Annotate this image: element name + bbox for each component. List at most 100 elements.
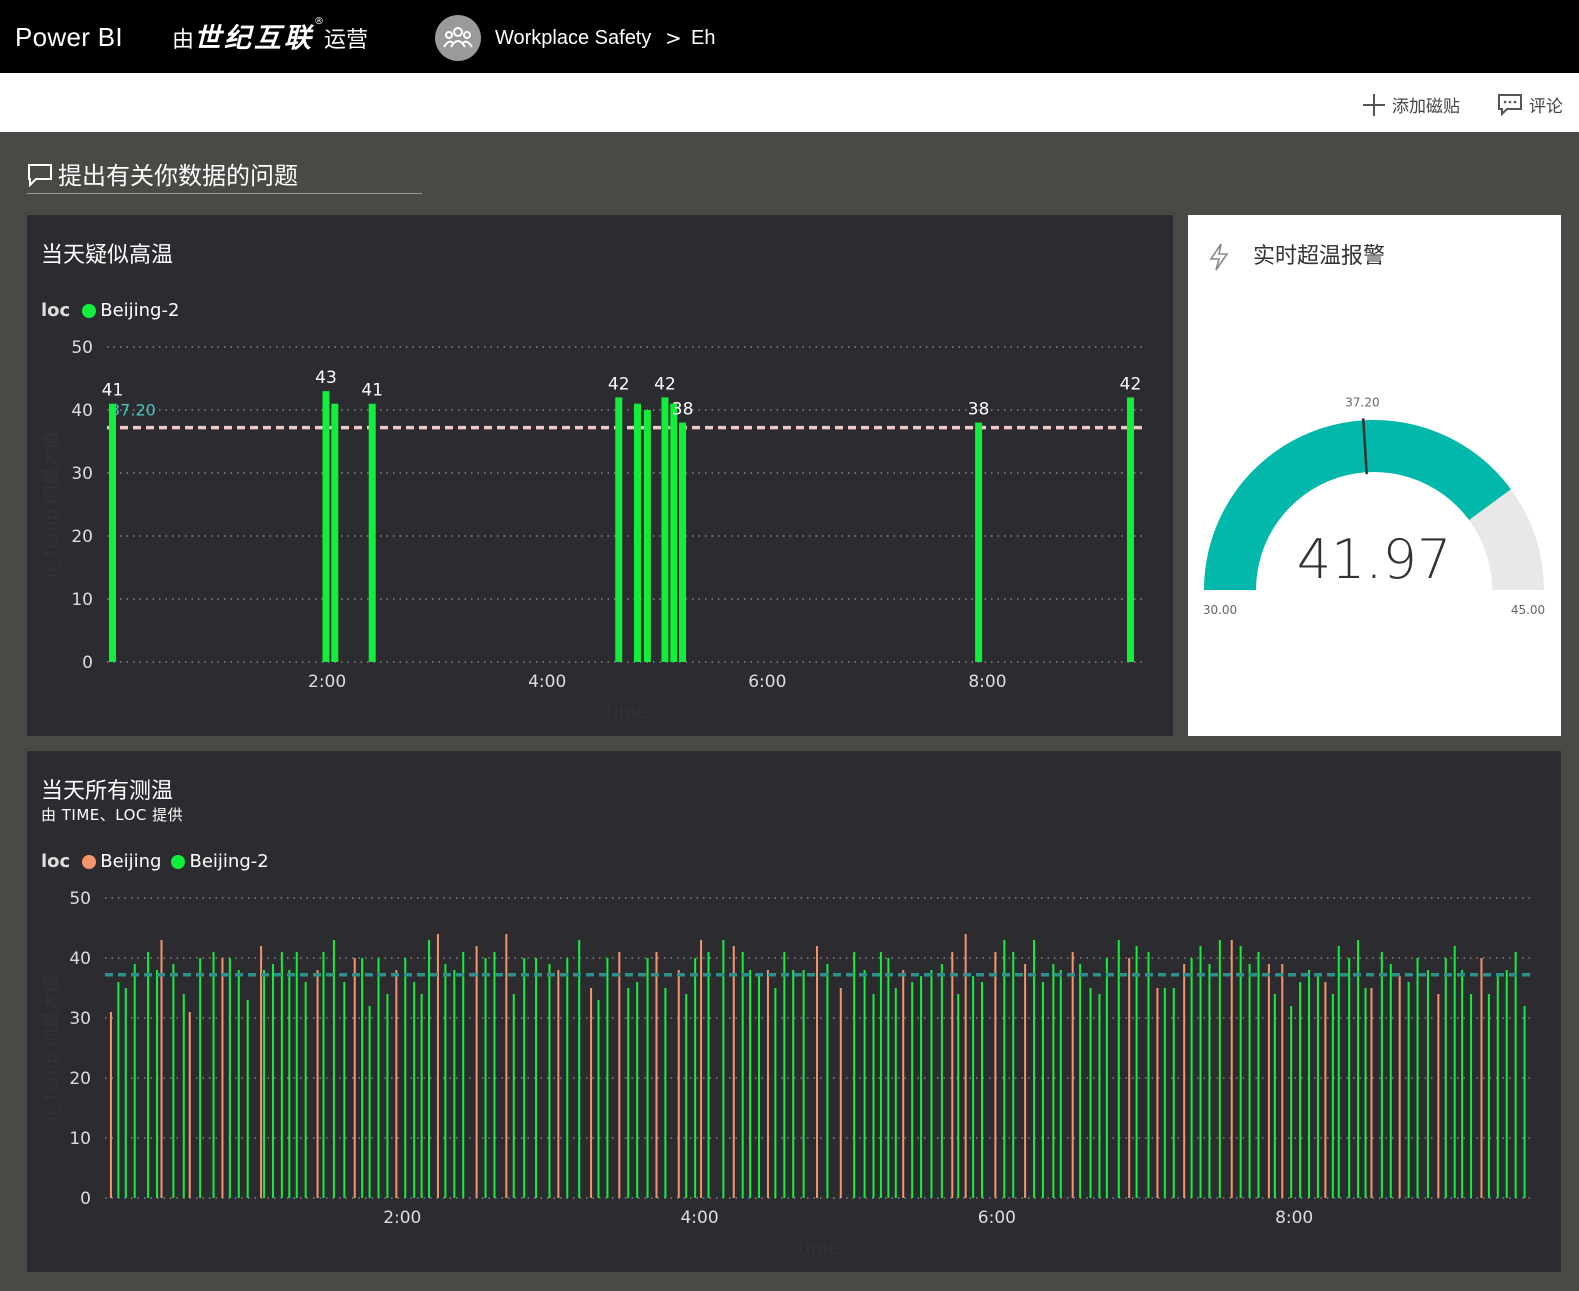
bar: [597, 1000, 600, 1198]
bar: [124, 988, 127, 1198]
bar: [633, 403, 641, 662]
bar: [655, 952, 658, 1198]
add-tile-button[interactable]: 添加磁贴: [1362, 92, 1460, 117]
bar: [1470, 994, 1473, 1198]
y-tick-label: 30: [69, 1009, 91, 1029]
bar: [1218, 940, 1221, 1198]
people-group-icon[interactable]: [435, 15, 481, 61]
operated-prefix: 由: [172, 28, 195, 53]
y-tick-label: 50: [69, 889, 91, 909]
y-tick-label: 50: [71, 338, 93, 358]
bar: [109, 403, 117, 662]
bar: [1364, 988, 1367, 1198]
bar: [188, 1012, 191, 1198]
y-tick-label: 0: [80, 1189, 91, 1209]
bar: [1267, 964, 1270, 1198]
bar: [1183, 964, 1186, 1198]
bar: [147, 952, 150, 1198]
qna-question-box[interactable]: 提出有关你数据的问题: [27, 155, 422, 194]
registered-mark: ®: [314, 16, 325, 27]
bar: [1348, 958, 1351, 1198]
breadcrumb-workspace[interactable]: Workplace Safety: [495, 27, 651, 50]
bar: [548, 964, 551, 1198]
bar: [263, 970, 266, 1198]
bar: [1281, 964, 1284, 1198]
bar: [246, 1000, 249, 1198]
bar: [774, 988, 777, 1198]
x-tick-label: 4:00: [528, 672, 566, 692]
y-tick-label: 20: [69, 1069, 91, 1089]
bar: [664, 988, 667, 1198]
bar: [670, 403, 678, 662]
y-tick-label: 40: [71, 401, 93, 421]
speech-bubble-icon: [1498, 93, 1522, 116]
bar: [749, 970, 752, 1198]
bar: [802, 970, 805, 1198]
bar: [361, 958, 364, 1198]
y-tick-label: 10: [71, 590, 93, 610]
bar: [523, 958, 526, 1198]
x-tick-label: 6:00: [978, 1208, 1016, 1228]
bar: [295, 952, 298, 1198]
gauge-tile[interactable]: 实时超温报警 37.20 41.97 30.00 45.00: [1188, 215, 1561, 736]
bar: [1190, 958, 1193, 1198]
bar: [1380, 952, 1383, 1198]
bar: [331, 403, 339, 662]
bar: [741, 952, 744, 1198]
gauge-max-label: 45.00: [1511, 603, 1545, 617]
bar: [1461, 970, 1464, 1198]
bar: [322, 952, 325, 1198]
gauge-target-label: 37.20: [1345, 395, 1379, 409]
all-temp-tile[interactable]: 当天所有测温 由 TIME、LOC 提供 loc Beijing Beijing…: [27, 751, 1561, 1272]
bar: [872, 994, 875, 1198]
bar: [1117, 940, 1120, 1198]
bar: [930, 970, 933, 1198]
bar: [453, 970, 456, 1198]
bar: [221, 958, 224, 1198]
y-tick-label: 20: [71, 527, 93, 547]
bar: [1496, 976, 1499, 1198]
bar: [1453, 946, 1456, 1198]
bar: [1033, 940, 1036, 1198]
gauge-min-label: 30.00: [1203, 603, 1237, 617]
bar: [1257, 952, 1260, 1198]
breadcrumb-dashboard[interactable]: Eh: [691, 27, 715, 50]
high-temp-tile[interactable]: 当天疑似高温 loc Beijing-2 0 10 20 30 40 50 2:00 4:00…: [27, 215, 1173, 736]
bar: [280, 952, 283, 1198]
breadcrumb-separator: >: [665, 26, 682, 50]
bar: [260, 946, 263, 1198]
bar: [413, 982, 416, 1198]
x-axis-title: time: [798, 1238, 839, 1259]
app-title[interactable]: Power BI: [15, 22, 123, 53]
bar: [199, 958, 202, 1198]
bar: [1126, 397, 1134, 662]
high-temp-chart: 0 10 20 30 40 50 2:00 4:00 6:00 8:00 time ir_temp 的…: [41, 338, 1147, 723]
bar: [109, 1012, 112, 1198]
bar: [1239, 946, 1242, 1198]
bar: [590, 988, 593, 1198]
bar: [627, 988, 630, 1198]
bar: [1389, 964, 1392, 1198]
bar: [646, 958, 649, 1198]
x-tick-label: 4:00: [680, 1208, 718, 1228]
x-tick-label: 2:00: [383, 1208, 421, 1228]
bar: [1172, 988, 1175, 1198]
bar: [1156, 988, 1159, 1198]
bar: [1003, 940, 1006, 1198]
bar: [1308, 970, 1311, 1198]
bar: [578, 940, 581, 1198]
gauge-value: 41.97: [1297, 528, 1452, 591]
bar: [679, 422, 687, 662]
bar: [1059, 970, 1062, 1198]
comment-button[interactable]: 评论: [1497, 92, 1563, 117]
bar: [444, 964, 447, 1198]
bar: [694, 958, 697, 1198]
bar: [1324, 982, 1327, 1198]
bar: [615, 397, 623, 662]
data-label: 38: [672, 400, 694, 420]
bar: [535, 958, 538, 1198]
bar: [1089, 988, 1092, 1198]
bar: [1337, 946, 1340, 1198]
bar: [368, 403, 376, 662]
qna-placeholder: 提出有关你数据的问题: [58, 162, 298, 190]
